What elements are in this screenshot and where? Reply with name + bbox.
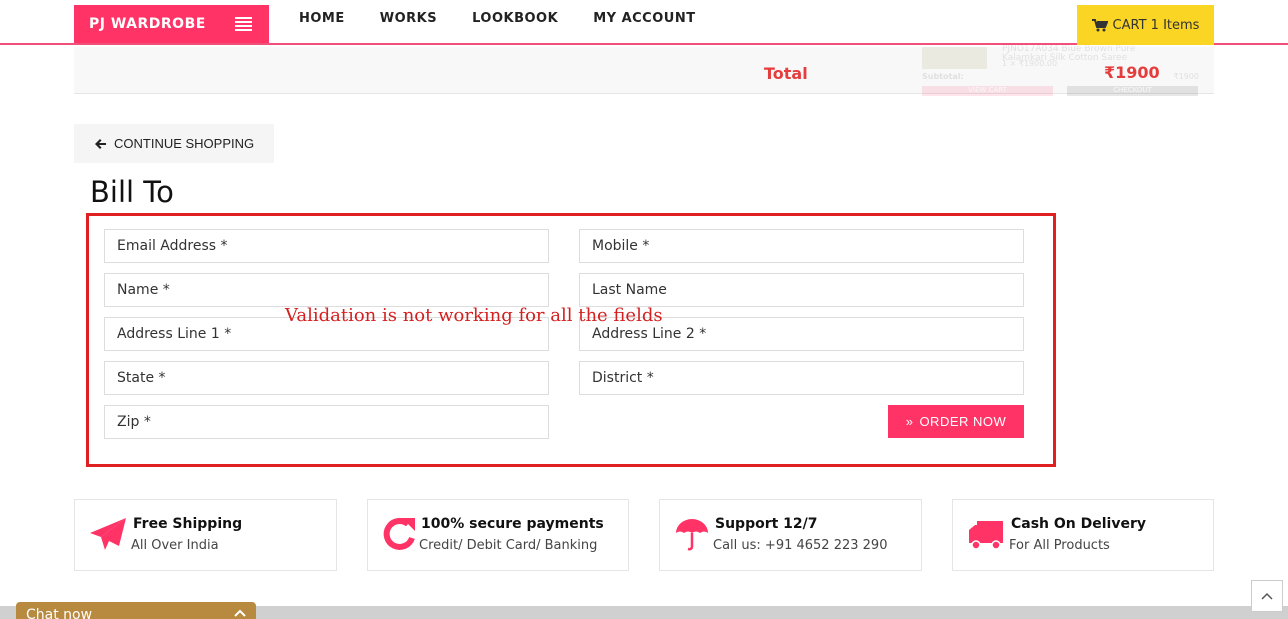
brand-name: PJ WARDROBE: [89, 16, 206, 32]
feature-support: Support 12/7 Call us: +91 4652 223 290: [659, 499, 922, 571]
continue-shopping-label: CONTINUE SHOPPING: [114, 136, 255, 151]
arrow-left-icon: [95, 138, 106, 149]
email-placeholder: Email Address *: [117, 238, 228, 254]
feature-subtitle: Credit/ Debit Card/ Banking: [419, 538, 598, 553]
page-title: Bill To: [90, 175, 174, 209]
scroll-to-top-button[interactable]: [1251, 580, 1283, 612]
zip-field[interactable]: Zip *: [104, 405, 549, 439]
mobile-field[interactable]: Mobile *: [579, 229, 1024, 263]
feature-cash-on-delivery: Cash On Delivery For All Products: [952, 499, 1214, 571]
paper-plane-icon: [90, 518, 126, 550]
nav-my-account[interactable]: MY ACCOUNT: [593, 11, 695, 26]
cart-item-price: 1 × ₹1900.00: [1002, 59, 1058, 68]
brand-logo[interactable]: PJ WARDROBE: [74, 5, 269, 43]
last-name-placeholder: Last Name: [592, 282, 667, 298]
feature-title: 100% secure payments: [421, 516, 604, 532]
continue-shopping-button[interactable]: CONTINUE SHOPPING: [74, 124, 274, 163]
state-placeholder: State *: [117, 370, 166, 386]
subtotal-value: ₹1900: [1173, 72, 1199, 81]
chevron-up-icon: [1261, 592, 1273, 600]
district-placeholder: District *: [592, 370, 654, 386]
refresh-icon: [383, 517, 415, 550]
annotation-text: Validation is not working for all the fi…: [285, 305, 663, 326]
subtotal-label: Subtotal:: [922, 72, 964, 81]
chat-label: Chat now: [26, 607, 93, 619]
double-chevron-right-icon: »: [905, 414, 914, 429]
order-now-button[interactable]: » ORDER NOW: [888, 405, 1024, 438]
address-line-1-placeholder: Address Line 1 *: [117, 326, 232, 342]
mobile-placeholder: Mobile *: [592, 238, 650, 254]
chevron-up-icon: [234, 609, 246, 617]
cart-item-thumbnail: [922, 47, 987, 69]
district-field[interactable]: District *: [579, 361, 1024, 395]
address-line-2-placeholder: Address Line 2 *: [592, 326, 707, 342]
main-nav: HOME WORKS LOOKBOOK MY ACCOUNT: [299, 11, 731, 26]
feature-free-shipping: Free Shipping All Over India: [74, 499, 337, 571]
feature-subtitle: For All Products: [1009, 538, 1110, 553]
nav-lookbook[interactable]: LOOKBOOK: [472, 11, 558, 26]
zip-placeholder: Zip *: [117, 414, 151, 430]
feature-title: Support 12/7: [715, 516, 818, 532]
umbrella-icon: [676, 519, 708, 551]
total-label: Total: [764, 64, 808, 83]
hamburger-menu-icon[interactable]: [235, 17, 252, 31]
feature-subtitle: Call us: +91 4652 223 290: [713, 538, 888, 553]
last-name-field[interactable]: Last Name: [579, 273, 1024, 307]
shopping-cart-icon: [1091, 18, 1108, 31]
feature-title: Cash On Delivery: [1011, 516, 1147, 532]
truck-icon: [969, 521, 1003, 550]
site-header: PJ WARDROBE HOME WORKS LOOKBOOK MY ACCOU…: [0, 0, 1288, 45]
name-placeholder: Name *: [117, 282, 170, 298]
cart-button[interactable]: CART 1 Items: [1077, 5, 1214, 45]
checkout-button[interactable]: CHECKOUT: [1067, 86, 1198, 96]
chat-widget[interactable]: Chat now: [16, 602, 256, 619]
cart-label: CART 1 Items: [1112, 17, 1200, 33]
nav-works[interactable]: WORKS: [380, 11, 437, 26]
name-field[interactable]: Name *: [104, 273, 549, 307]
state-field[interactable]: State *: [104, 361, 549, 395]
email-field[interactable]: Email Address *: [104, 229, 549, 263]
nav-home[interactable]: HOME: [299, 11, 345, 26]
feature-subtitle: All Over India: [131, 538, 219, 553]
view-cart-button[interactable]: VIEW CART: [922, 86, 1053, 96]
feature-secure-payments: 100% secure payments Credit/ Debit Card/…: [367, 499, 629, 571]
order-now-label: ORDER NOW: [919, 414, 1007, 429]
feature-title: Free Shipping: [133, 516, 243, 532]
mini-cart-dropdown: PJNO17A034 Blue Brown Pure Kalamkari Sil…: [907, 45, 1214, 100]
